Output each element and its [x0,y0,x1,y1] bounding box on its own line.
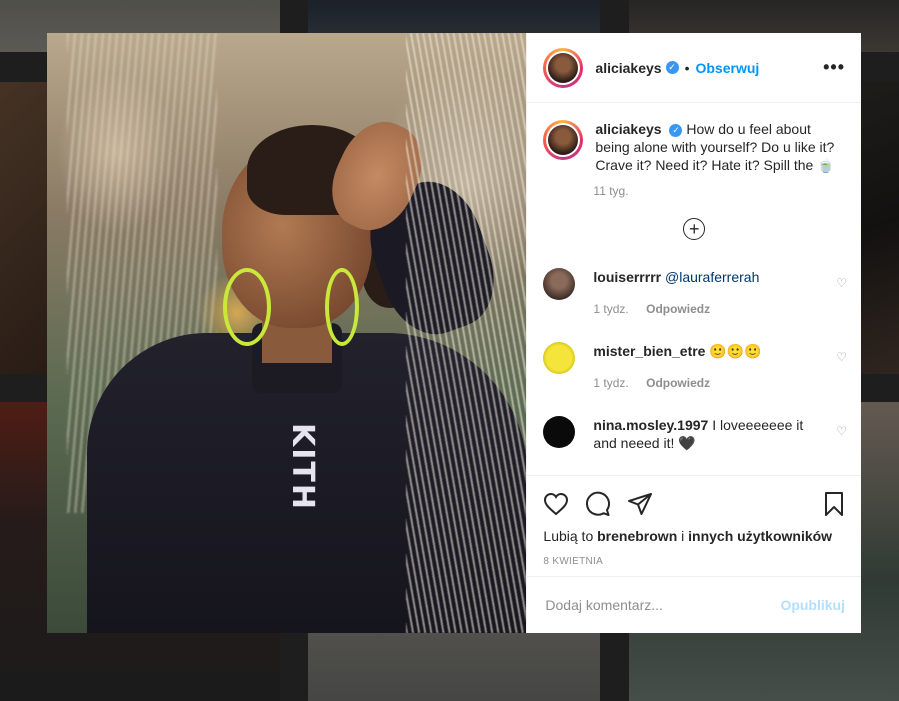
comment-username[interactable]: louiserrrrr [593,269,661,285]
add-comment-bar: Opublikuj [527,576,861,633]
more-options-icon[interactable]: ••• [823,57,845,78]
comment-avatar[interactable] [543,342,576,374]
comment-username[interactable]: nina.mosley.1997 [593,417,708,433]
comment-item: louiserrrrr @lauraferrerah 1 tydz. Odpow… [527,268,861,318]
comments-list[interactable]: aliciakeys ✓ How do u feel about being a… [527,104,861,474]
reply-button[interactable]: Odpowiedz [646,302,710,316]
post-side-panel: aliciakeys ✓ • Obserwuj ••• aliciakeys ✓… [526,33,861,633]
comment-time[interactable]: 1 tydz. [593,302,628,316]
share-paper-plane-icon[interactable] [627,492,653,516]
comment-input[interactable] [543,596,781,614]
shirt-logo-text: KITH [285,423,320,511]
comment-text: 🙂🙂🙂 [709,343,762,359]
caption: aliciakeys ✓ How do u feel about being a… [527,104,861,174]
post-actions: Lubią to brenebrown i innych użytkownikó… [527,475,861,567]
load-more-comments-icon[interactable]: + [683,218,706,240]
comment-avatar[interactable] [543,268,576,300]
likes-summary: Lubią to brenebrown i innych użytkownikó… [543,528,833,544]
reply-button[interactable]: Odpowiedz [646,376,710,390]
liker-username[interactable]: brenebrown [597,528,677,544]
caption-username[interactable]: aliciakeys [595,121,661,137]
publish-comment-button[interactable]: Opublikuj [780,597,845,613]
comment-bubble-icon[interactable] [585,491,611,517]
comment-like-heart-icon[interactable]: ♡ [836,424,847,438]
comment-avatar[interactable] [543,416,576,448]
verified-badge-icon: ✓ [669,123,683,137]
comment-item: nina.mosley.1997 I loveeeeeee it and nee… [527,416,861,452]
header-username[interactable]: aliciakeys [595,60,661,76]
other-likers-link[interactable]: innych użytkowników [688,528,832,544]
comment-mention[interactable]: @lauraferrerah [665,269,759,285]
post-header: aliciakeys ✓ • Obserwuj ••• [527,33,861,103]
comment-like-heart-icon[interactable]: ♡ [836,350,847,364]
comment-item: mister_bien_etre 🙂🙂🙂 1 tydz. Odpowiedz ♡ [527,342,861,392]
like-heart-icon[interactable] [543,492,569,516]
post-modal: KITH aliciakeys ✓ • Obserwuj ••• aliciak… [47,33,861,633]
post-photo[interactable]: KITH [47,33,527,633]
caption-timestamp[interactable]: 11 tyg. [593,184,861,198]
caption-avatar[interactable] [543,120,584,160]
comment-username[interactable]: mister_bien_etre [593,343,705,359]
verified-badge-icon: ✓ [665,61,679,74]
separator-dot: • [684,59,690,76]
follow-button[interactable]: Obserwuj [695,60,759,76]
comment-time[interactable]: 1 tydz. [593,376,628,390]
comment-like-heart-icon[interactable]: ♡ [836,276,847,290]
avatar[interactable] [543,47,584,88]
post-date[interactable]: 8 KWIETNIA [543,556,845,567]
save-bookmark-icon[interactable] [823,491,845,517]
